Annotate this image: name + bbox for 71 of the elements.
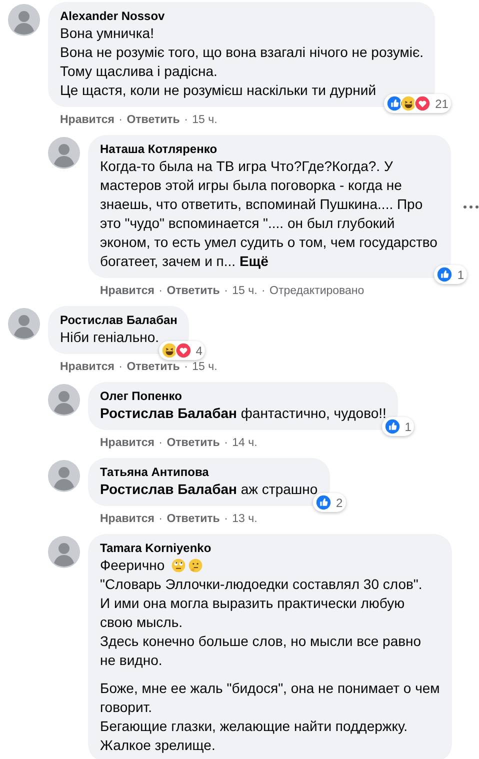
avatar[interactable] — [48, 384, 80, 416]
comment-text: Боже, мне ее жаль "бидося", она не понимает о чем говорит. — [100, 680, 440, 715]
like-link[interactable]: Нравится — [100, 285, 154, 297]
edited-label: Отредактировано — [270, 285, 364, 297]
comment-text: "Словарь Эллочки-людоедки составлял 30 слов". — [100, 576, 422, 592]
separator-dot: · — [158, 285, 162, 297]
separator-dot: · — [118, 114, 122, 126]
reaction-badge[interactable]: 4 — [158, 341, 206, 360]
separator-dot: · — [158, 437, 162, 449]
reply-link[interactable]: Ответить — [166, 285, 220, 297]
reply-link[interactable]: Ответить — [126, 114, 180, 126]
like-link[interactable]: Нравится — [60, 114, 114, 126]
comment-text: Тому щаслива і радісна. — [60, 63, 218, 79]
author-name[interactable]: Наташа Котляренко — [100, 142, 439, 157]
timestamp[interactable]: 15 ч. — [232, 285, 258, 297]
timestamp[interactable]: 13 ч. — [232, 513, 258, 525]
reaction-badge[interactable]: 1 — [382, 417, 414, 436]
timestamp[interactable]: 14 ч. — [232, 437, 258, 449]
thinking-emoji-icon — [188, 558, 203, 573]
separator-dot: · — [184, 361, 188, 373]
reaction-count: 2 — [336, 496, 343, 510]
comment-text: Здесь конечно больше слов, но мысли все равно не видно. — [100, 633, 422, 668]
comment-text: Жалкое зрелище. — [100, 737, 216, 753]
author-name[interactable]: Олег Попенко — [100, 389, 386, 404]
comment-text: Ніби геніально. — [60, 329, 160, 345]
reaction-badge[interactable]: 21 — [384, 94, 452, 113]
separator-dot: · — [184, 114, 188, 126]
reaction-badge[interactable]: 2 — [312, 493, 346, 512]
separator-dot: · — [158, 513, 162, 525]
thumbs-up-icon — [436, 266, 454, 283]
separator-dot: · — [224, 513, 228, 525]
reply-link[interactable]: Ответить — [166, 513, 220, 525]
avatar[interactable] — [48, 137, 80, 169]
comment-text: Це щастя, коли не розумієш наскільки ти дурний — [60, 82, 376, 98]
comment-text: Феерично — [100, 557, 165, 573]
reply-link[interactable]: Ответить — [166, 437, 220, 449]
avatar[interactable] — [8, 308, 40, 340]
like-link[interactable]: Нравится — [60, 361, 114, 373]
like-link[interactable]: Нравится — [100, 513, 154, 525]
timestamp[interactable]: 15 ч. — [192, 114, 218, 126]
more-options-icon[interactable] — [463, 204, 479, 208]
reaction-count: 21 — [435, 96, 448, 110]
comment-text: Вона умничка! — [60, 25, 154, 41]
comment-text: Бегающие глазки, желающие найти поддержку. — [100, 718, 408, 734]
reaction-count: 1 — [404, 420, 412, 434]
separator-dot: · — [262, 285, 266, 297]
heart-icon — [174, 342, 192, 359]
eye-roll-emoji-icon — [170, 558, 186, 573]
reply-link[interactable]: Ответить — [126, 361, 180, 373]
thumbs-up-icon — [386, 95, 404, 112]
comment-text: И ими она могла выразить практически любую свою мысль. — [100, 595, 405, 630]
separator-dot: · — [118, 361, 122, 373]
comment-text: Вона не розуміє того, що вона взагалі нічого не розуміє. — [60, 44, 424, 60]
avatar[interactable] — [48, 460, 80, 492]
author-name[interactable]: Alexander Nossov — [60, 9, 424, 24]
separator-dot: · — [224, 285, 228, 297]
reaction-count: 4 — [196, 344, 202, 358]
author-name[interactable]: Татьяна Антипова — [100, 465, 318, 480]
laughing-face-icon — [400, 95, 418, 112]
laughing-face-icon — [160, 342, 178, 359]
author-name[interactable]: Ростислав Балабан — [60, 313, 178, 328]
reaction-count: 1 — [457, 268, 464, 282]
separator-dot: · — [224, 437, 228, 449]
timestamp[interactable]: 15 ч. — [192, 361, 218, 373]
avatar[interactable] — [8, 4, 40, 36]
heart-icon — [414, 95, 432, 112]
thumbs-up-icon — [384, 418, 401, 435]
avatar[interactable] — [48, 536, 80, 568]
author-name[interactable]: Tamara Korniyenko — [100, 541, 440, 556]
reaction-badge[interactable]: 1 — [434, 265, 467, 284]
like-link[interactable]: Нравится — [100, 437, 154, 449]
